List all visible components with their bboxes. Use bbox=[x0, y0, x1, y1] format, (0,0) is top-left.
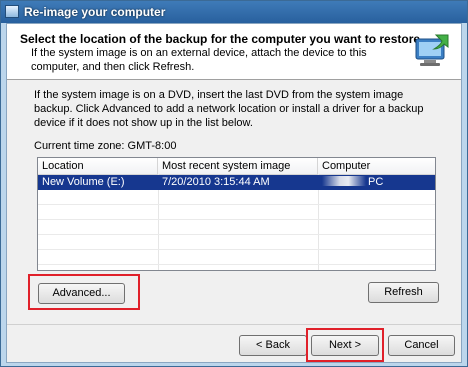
column-header-computer[interactable]: Computer bbox=[318, 158, 435, 174]
empty-row bbox=[38, 190, 435, 205]
wizard-header: Select the location of the backup for th… bbox=[7, 24, 461, 80]
instructions-text: If the system image is on a DVD, insert … bbox=[34, 89, 424, 129]
page-title: Select the location of the backup for th… bbox=[20, 32, 421, 46]
timezone-label: Current time zone: GMT-8:00 bbox=[34, 140, 177, 152]
footer-divider bbox=[7, 324, 461, 325]
backup-restore-icon bbox=[5, 5, 19, 18]
page-subtitle: If the system image is on an external de… bbox=[31, 47, 367, 73]
empty-row bbox=[38, 205, 435, 220]
backup-location-list[interactable]: Location Most recent system image Comput… bbox=[37, 157, 436, 271]
next-button[interactable]: Next > bbox=[311, 335, 379, 356]
dialog-body: Select the location of the backup for th… bbox=[6, 23, 462, 363]
cancel-button[interactable]: Cancel bbox=[388, 335, 455, 356]
refresh-button[interactable]: Refresh bbox=[368, 282, 439, 303]
empty-row bbox=[38, 220, 435, 235]
row-computer-suffix: PC bbox=[368, 176, 384, 188]
redacted-computer-name bbox=[322, 176, 366, 186]
column-header-location[interactable]: Location bbox=[38, 158, 158, 174]
empty-row bbox=[38, 235, 435, 250]
empty-row bbox=[38, 250, 435, 265]
advanced-button[interactable]: Advanced... bbox=[38, 283, 125, 304]
row-image-date: 7/20/2010 3:15:44 AM bbox=[162, 176, 270, 188]
row-computer: PC bbox=[318, 175, 435, 190]
table-row[interactable]: New Volume (E:) 7/20/2010 3:15:44 AM PC bbox=[38, 175, 435, 190]
row-location: New Volume (E:) bbox=[42, 176, 125, 188]
list-header: Location Most recent system image Comput… bbox=[38, 158, 435, 175]
window-title: Re-image your computer bbox=[24, 5, 166, 19]
title-bar[interactable]: Re-image your computer bbox=[1, 1, 467, 23]
back-button[interactable]: < Back bbox=[239, 335, 307, 356]
reimage-window: Re-image your computer Select the locati… bbox=[0, 0, 468, 367]
column-header-most-recent-image[interactable]: Most recent system image bbox=[158, 158, 318, 174]
computer-restore-icon bbox=[415, 34, 449, 66]
